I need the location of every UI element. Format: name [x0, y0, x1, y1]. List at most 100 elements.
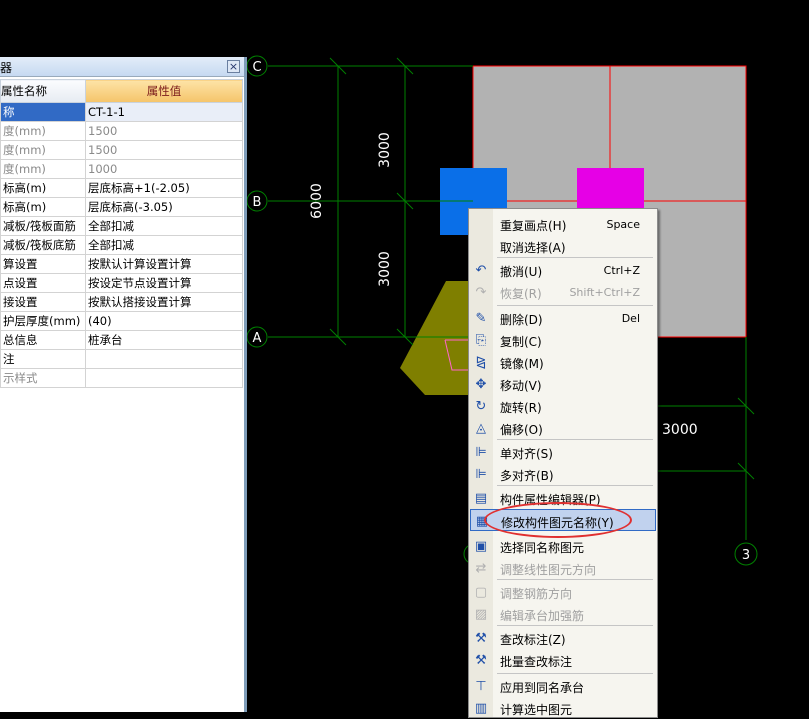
menu-item-label: 编辑承台加强筋 — [500, 609, 585, 623]
property-value[interactable]: 全部扣减 — [85, 235, 243, 255]
menu-item[interactable]: ↶ 撤消(U) Ctrl+Z — [470, 259, 656, 281]
menu-separator — [497, 305, 653, 306]
menu-item-label: 恢复(R) — [500, 287, 542, 301]
property-value[interactable]: 1000 — [85, 159, 243, 179]
property-value[interactable]: 桩承台 — [85, 330, 243, 350]
red-highlight-ellipse — [484, 502, 632, 538]
menu-item-label: 旋转(R) — [500, 401, 542, 415]
copy-icon: ⎘ — [475, 332, 487, 348]
property-name: 标高(m) — [0, 197, 86, 217]
property-row[interactable]: 度(mm) 1500 — [0, 140, 243, 160]
menu-item-label: 重复画点(H) — [500, 219, 567, 233]
move-icon: ✥ — [475, 376, 487, 392]
menu-item-label: 单对齐(S) — [500, 447, 553, 461]
property-value[interactable]: 层底标高+1(-2.05) — [85, 178, 243, 198]
property-row[interactable]: 标高(m) 层底标高(-3.05) — [0, 197, 243, 217]
olive-pile-cap[interactable] — [400, 281, 470, 395]
menu-item[interactable]: ⧎ 镜像(M) — [470, 351, 656, 373]
property-editor-icon: ▤ — [474, 490, 488, 506]
property-value[interactable]: 按默认搭接设置计算 — [85, 292, 243, 312]
rotate-icon: ↻ — [475, 398, 487, 414]
property-name: 算设置 — [0, 254, 86, 274]
property-value[interactable] — [85, 349, 243, 369]
offset-icon: ◬ — [476, 420, 486, 436]
property-value[interactable]: 1500 — [85, 121, 243, 141]
property-row[interactable]: 接设置 按默认搭接设置计算 — [0, 292, 243, 312]
menu-item[interactable]: 取消选择(A) — [470, 235, 656, 257]
menu-item-label: 取消选择(A) — [500, 241, 566, 255]
property-value[interactable] — [85, 368, 243, 388]
property-row[interactable]: 总信息 桩承台 — [0, 330, 243, 350]
property-name: 示样式 — [0, 368, 86, 388]
property-row[interactable]: 标高(m) 层底标高+1(-2.05) — [0, 178, 243, 198]
panel-titlebar: 器 × — [0, 57, 244, 77]
menu-item[interactable]: ⊫ 单对齐(S) — [470, 441, 656, 463]
property-name: 度(mm) — [0, 140, 86, 160]
menu-item-shortcut: Ctrl+Z — [603, 264, 640, 277]
dim-label-3000-mid: 3000 — [377, 251, 393, 287]
menu-item-label: 选择同名称图元 — [500, 541, 585, 555]
property-name: 减板/筏板面筋 — [0, 216, 86, 236]
property-table: 属性名称 属性值 称 CT-1-1 度(mm) 1500 度(mm) 1500 度(mm) 1… — [0, 79, 243, 388]
redo-icon: ↷ — [475, 284, 487, 300]
property-value[interactable]: 全部扣减 — [85, 216, 243, 236]
menu-item: ↷ 恢复(R) Shift+Ctrl+Z — [470, 281, 656, 303]
rebar-direction-icon: ▢ — [474, 584, 488, 600]
property-row[interactable]: 度(mm) 1500 — [0, 121, 243, 141]
menu-item-label: 移动(V) — [500, 379, 542, 393]
property-row[interactable]: 称 CT-1-1 — [0, 102, 243, 122]
property-value[interactable]: 1500 — [85, 140, 243, 160]
property-value[interactable]: CT-1-1 — [85, 102, 243, 122]
menu-item-label: 撤消(U) — [500, 265, 543, 279]
menu-item-label: 多对齐(B) — [500, 469, 554, 483]
menu-item: ⇄ 调整线性图元方向 — [470, 557, 656, 579]
property-row[interactable]: 示样式 — [0, 368, 243, 388]
menu-item-label: 调整线性图元方向 — [500, 563, 597, 577]
menu-separator — [497, 673, 653, 674]
property-row[interactable]: 注 — [0, 349, 243, 369]
menu-item[interactable]: ✎ 删除(D) Del — [470, 307, 656, 329]
dim-label-6000: 6000 — [309, 183, 325, 219]
menu-item[interactable]: ⊫ 多对齐(B) — [470, 463, 656, 485]
property-row[interactable]: 护层厚度(mm) (40) — [0, 311, 243, 331]
menu-item[interactable]: ⚒ 查改标注(Z) — [470, 627, 656, 649]
property-value[interactable]: 层底标高(-3.05) — [85, 197, 243, 217]
menu-item[interactable]: ✥ 移动(V) — [470, 373, 656, 395]
property-name: 度(mm) — [0, 159, 86, 179]
menu-item-shortcut: Space — [606, 218, 640, 231]
menu-separator — [497, 439, 653, 440]
menu-item-label: 镜像(M) — [500, 357, 544, 371]
property-name: 标高(m) — [0, 178, 86, 198]
menu-item[interactable]: ↻ 旋转(R) — [470, 395, 656, 417]
property-row[interactable]: 减板/筏板底筋 全部扣减 — [0, 235, 243, 255]
property-value[interactable]: 按默认计算设置计算 — [85, 254, 243, 274]
property-value[interactable]: (40) — [85, 311, 243, 331]
menu-item[interactable]: ▥ 计算选中图元 — [470, 697, 656, 719]
menu-item[interactable]: 重复画点(H) Space — [470, 213, 656, 235]
close-icon[interactable]: × — [227, 60, 240, 73]
property-row[interactable]: 减板/筏板面筋 全部扣减 — [0, 216, 243, 236]
menu-item[interactable]: ⚒ 批量查改标注 — [470, 649, 656, 671]
axis-label-a: A — [253, 331, 262, 346]
menu-item: ▢ 调整钢筋方向 — [470, 581, 656, 603]
align-single-icon: ⊫ — [475, 444, 487, 460]
property-row[interactable]: 点设置 按设定节点设置计算 — [0, 273, 243, 293]
property-value[interactable]: 按设定节点设置计算 — [85, 273, 243, 293]
menu-item-label: 查改标注(Z) — [500, 633, 566, 647]
edit-label-icon: ⚒ — [475, 630, 487, 646]
menu-item-label: 调整钢筋方向 — [500, 587, 573, 601]
mirror-icon: ⧎ — [475, 354, 487, 370]
menu-item: ▨ 编辑承台加强筋 — [470, 603, 656, 625]
menu-item[interactable]: ⎘ 复制(C) — [470, 329, 656, 351]
column-header-name: 属性名称 — [0, 79, 86, 103]
property-row[interactable]: 度(mm) 1000 — [0, 159, 243, 179]
property-name: 减板/筏板底筋 — [0, 235, 86, 255]
property-row[interactable]: 算设置 按默认计算设置计算 — [0, 254, 243, 274]
property-name: 护层厚度(mm) — [0, 311, 86, 331]
menu-separator — [497, 257, 653, 258]
property-name: 点设置 — [0, 273, 86, 293]
menu-item[interactable]: ◬ 偏移(O) — [470, 417, 656, 439]
batch-label-icon: ⚒ — [475, 652, 487, 668]
menu-item[interactable]: ▣ 选择同名称图元 — [470, 535, 656, 557]
menu-item[interactable]: ⊤ 应用到同名承台 — [470, 675, 656, 697]
